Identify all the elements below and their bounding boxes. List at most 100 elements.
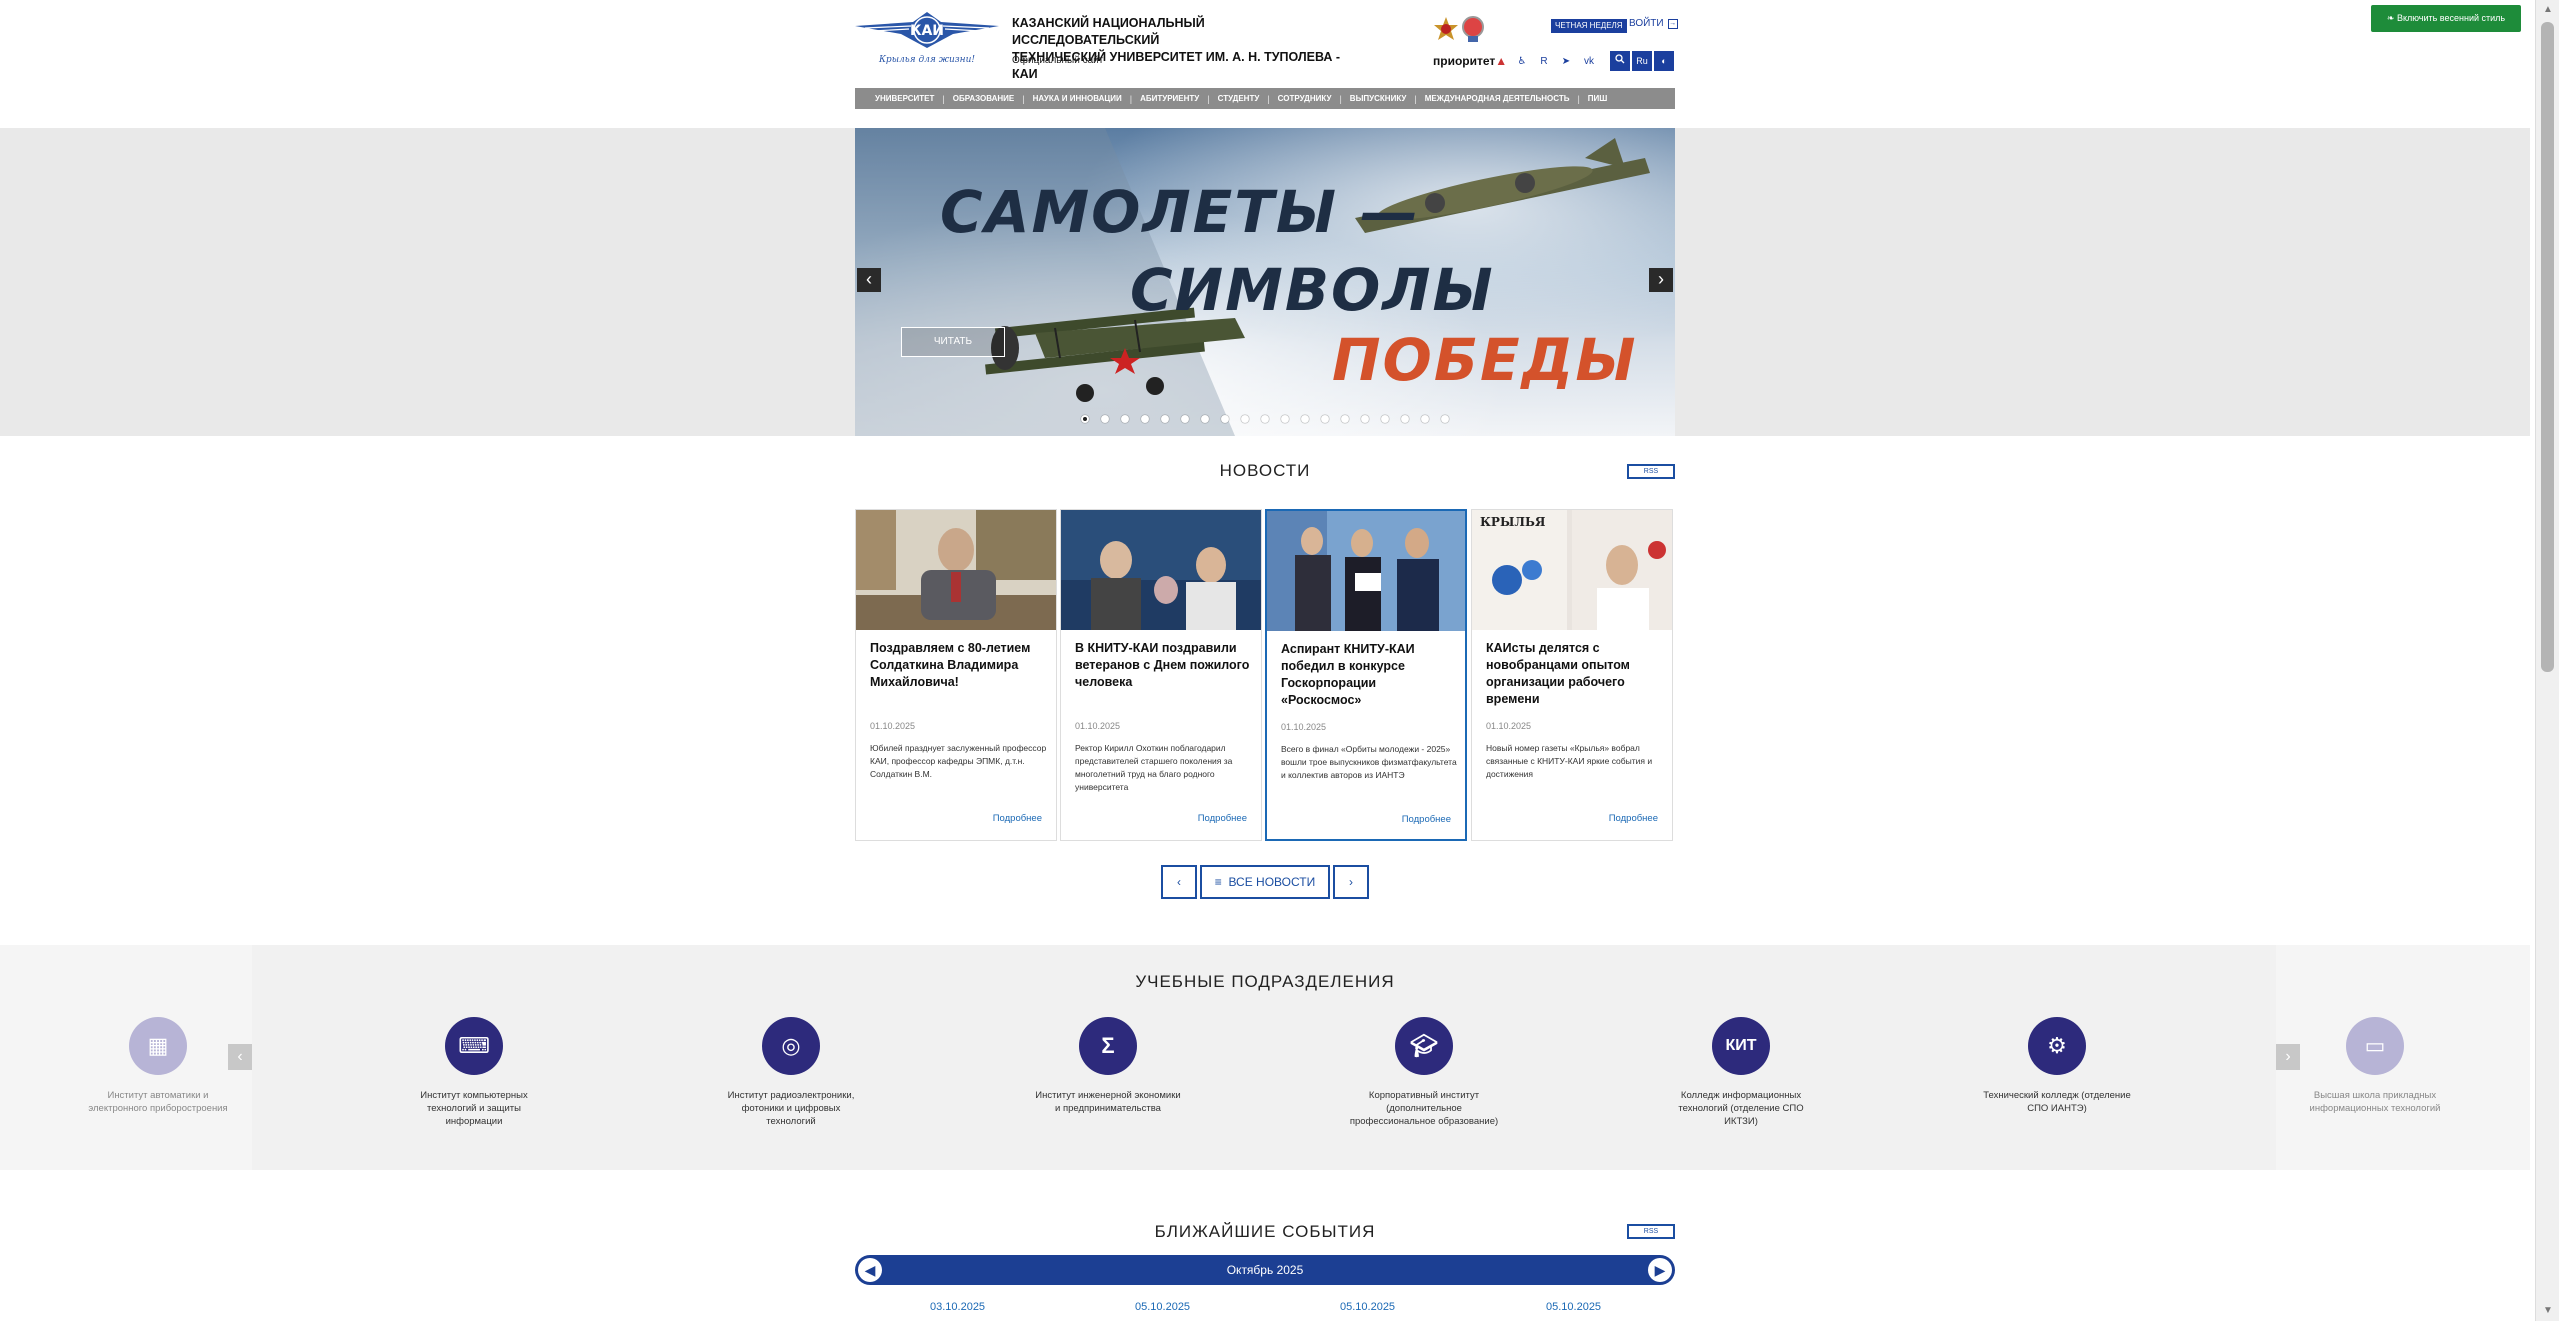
accessibility-icon[interactable]: ♿ [1515,55,1529,69]
nav-item-pish[interactable]: ПИШ [1580,94,1616,103]
nav-item-university[interactable]: УНИВЕРСИТЕТ [867,94,942,103]
division-item[interactable]: ◎ Институт радиоэлектроники, фотоники и … [716,1017,866,1128]
slider-dot[interactable] [1301,415,1309,423]
priority-arrow-icon: ▲ [1495,54,1508,68]
nav-item-education[interactable]: ОБРАЗОВАНИЕ [945,94,1023,103]
kai-logo-icon: КАИ Крылья для жизни! [855,12,999,65]
news-title[interactable]: Аспирант КНИТУ-КАИ победил в конкурсе Го… [1281,641,1456,709]
news-card[interactable]: Аспирант КНИТУ-КАИ победил в конкурсе Го… [1265,509,1467,841]
slider-dot[interactable] [1281,415,1289,423]
page-scrollbar[interactable]: ▲ ▼ [2535,0,2559,1321]
division-item[interactable]: ⌨ Институт компьютерных технологий и защ… [399,1017,549,1128]
division-label: Высшая школа прикладных информационных т… [2309,1090,2441,1114]
search-button[interactable] [1610,51,1630,71]
news-rss-button[interactable]: RSS [1627,464,1675,479]
nav-item-staff[interactable]: СОТРУДНИКУ [1270,94,1340,103]
event-date[interactable]: 05.10.2025 [1546,1301,1601,1313]
news-excerpt: Новый номер газеты «Крылья» вобрал связа… [1486,743,1653,779]
hero-slide[interactable]: САМОЛЕТЫ — СИМВОЛЫ ПОБЕДЫ ЧИТАТЬ ‹ › [855,128,1675,436]
main-navigation: УНИВЕРСИТЕТ | ОБРАЗОВАНИЕ | НАУКА И ИННОВА… [855,88,1675,109]
university-name-line1: КАЗАНСКИЙ НАЦИОНАЛЬНЫЙ ИССЛЕДОВАТЕЛЬСКИЙ [1012,16,1205,47]
slider-prev-button[interactable]: ‹ [857,268,881,292]
month-next-button[interactable]: ▶ [1648,1258,1672,1282]
division-item[interactable]: ▦ Институт автоматики и электронного при… [83,1017,233,1115]
all-news-button[interactable]: ≡ ВСЕ НОВОСТИ [1200,865,1330,899]
slider-next-button[interactable]: › [1649,268,1673,292]
division-item[interactable]: 🎓︎ Корпоративный институт (дополнительно… [1349,1017,1499,1128]
slider-dot[interactable] [1161,415,1169,423]
event-date[interactable]: 05.10.2025 [1340,1301,1395,1313]
slider-dot[interactable] [1101,415,1109,423]
divisions-title: УЧЕБНЫЕ ПОДРАЗДЕЛЕНИЯ [1135,972,1395,991]
news-prev-button[interactable]: ‹ [1161,865,1197,899]
news-card[interactable]: В КНИТУ-КАИ поздравили ветеранов с Днем … [1060,509,1262,841]
spring-style-label: Включить весенний стиль [2396,13,2506,23]
slider-dot[interactable] [1441,415,1449,423]
division-label: Институт инженерной экономики и предприн… [1035,1090,1181,1114]
svg-text:КАИ: КАИ [910,23,944,39]
slider-dot[interactable] [1341,415,1349,423]
divisions-next-button[interactable]: › [2276,1044,2300,1070]
division-item[interactable]: Σ Институт инженерной экономики и предпр… [1033,1017,1183,1115]
event-date[interactable]: 03.10.2025 [930,1301,985,1313]
slider-dot[interactable] [1421,415,1429,423]
slider-dot[interactable] [1241,415,1249,423]
news-next-button[interactable]: › [1333,865,1369,899]
priority-logo[interactable]: приоритет▲ [1433,54,1507,68]
nav-item-applicants[interactable]: АБИТУРИЕНТУ [1132,94,1207,103]
slider-dot[interactable] [1141,415,1149,423]
scrollbar-thumb[interactable] [2541,22,2554,672]
news-more-link[interactable]: Подробнее [1402,814,1451,825]
news-excerpt: Юбилей празднует заслуженный профессор К… [870,743,1047,779]
nav-item-graduates[interactable]: ВЫПУСКНИКУ [1342,94,1415,103]
vk-icon[interactable]: vk [1582,55,1596,69]
low-vision-button[interactable]: ◐ [1654,51,1674,71]
month-prev-button[interactable]: ◀ [858,1258,882,1282]
news-title[interactable]: В КНИТУ-КАИ поздравили ветеранов с Днем … [1075,640,1250,691]
nav-item-students[interactable]: СТУДЕНТУ [1210,94,1268,103]
slider-dot[interactable] [1361,415,1369,423]
news-title[interactable]: Поздравляем с 80-летием Солдаткина Влади… [870,640,1045,691]
division-label: Институт компьютерных технологий и защит… [420,1090,528,1127]
scroll-up-icon[interactable]: ▲ [2542,4,2554,16]
kai-logo[interactable]: КАИ Крылья для жизни! [853,8,1001,70]
nav-item-science[interactable]: НАУКА И ИННОВАЦИИ [1025,94,1130,103]
slider-dot[interactable] [1381,415,1389,423]
radio-icon: ◎ [762,1017,820,1075]
slider-dot[interactable] [1081,415,1089,423]
spring-style-button[interactable]: ❧ Включить весенний стиль [2371,5,2521,32]
events-title: БЛИЖАЙШИЕ СОБЫТИЯ [1154,1222,1376,1241]
read-button[interactable]: ЧИТАТЬ [901,327,1005,357]
division-item[interactable]: ▭ Высшая школа прикладных информационных… [2300,1017,2450,1115]
news-card[interactable]: КРЫЛЬЯ КАИсты делятся с новобранцами опы… [1471,509,1673,841]
slider-dot[interactable] [1121,415,1129,423]
telegram-icon[interactable]: ➤ [1559,55,1573,69]
events-rss-button[interactable]: RSS [1627,1224,1675,1239]
slider-dot[interactable] [1321,415,1329,423]
slider-dot[interactable] [1181,415,1189,423]
news-image [1061,510,1261,630]
slider-dot[interactable] [1261,415,1269,423]
language-button[interactable]: Ru [1632,51,1652,71]
rutube-icon[interactable]: R [1537,55,1551,69]
event-date[interactable]: 05.10.2025 [1135,1301,1190,1313]
news-title[interactable]: КАИсты делятся с новобранцами опытом орг… [1486,640,1661,708]
slider-dot[interactable] [1201,415,1209,423]
division-label: Институт радиоэлектроники, фотоники и ци… [727,1090,855,1127]
events-month: Октябрь 2025 [1226,1263,1304,1277]
slider-dot[interactable] [1401,415,1409,423]
scroll-down-icon[interactable]: ▼ [2542,1305,2554,1317]
nav-item-international[interactable]: МЕЖДУНАРОДНАЯ ДЕЯТЕЛЬНОСТЬ [1417,94,1578,103]
news-card[interactable]: Поздравляем с 80-летием Солдаткина Влади… [855,509,1057,841]
division-item[interactable]: КИТ Колледж информационных технологий (о… [1666,1017,1816,1128]
news-more-link[interactable]: Подробнее [993,813,1042,824]
official-site-label: Официальный сайт [1012,55,1104,66]
news-more-link[interactable]: Подробнее [1609,813,1658,824]
login-link[interactable]: ВОЙТИ → [1629,18,1678,29]
division-item[interactable]: ⚙ Технический колледж (отделение СПО ИАН… [1982,1017,2132,1115]
computer-icon: ⌨ [445,1017,503,1075]
gear-icon: ⚙ [2028,1017,2086,1075]
news-more-link[interactable]: Подробнее [1198,813,1247,824]
division-label: Технический колледж (отделение СПО ИАНТЭ… [1983,1090,2131,1114]
slider-dot[interactable] [1221,415,1229,423]
